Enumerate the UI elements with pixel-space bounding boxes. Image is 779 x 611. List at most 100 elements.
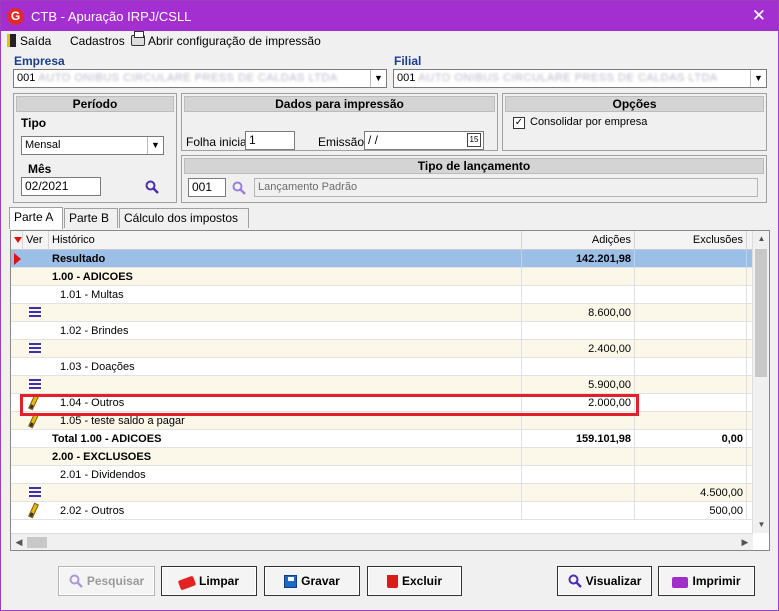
window-title: CTB - Apuração IRPJ/CSLL [31,9,192,24]
table-row[interactable]: 2.01 - Dividendos [11,466,753,484]
edit-pencil-icon[interactable] [28,412,39,429]
table-row[interactable]: Resultado 142.201,98 [11,250,753,268]
col-ver[interactable]: Ver [23,231,49,250]
cell-exclusoes [635,286,747,304]
row-ver-cell[interactable] [11,412,49,430]
cell-adicoes [522,502,635,520]
search-icon[interactable] [232,181,246,195]
table-row[interactable]: 2.400,00 [11,340,753,358]
chevron-down-icon[interactable]: ▼ [147,137,163,154]
row-ver-cell[interactable] [11,376,49,394]
cell-adicoes: 5.900,00 [522,376,635,394]
mes-input[interactable]: 02/2021 [21,177,101,196]
table-row[interactable]: 8.600,00 [11,304,753,322]
cell-exclusoes [635,466,747,484]
chevron-down-icon[interactable]: ▼ [750,70,766,87]
visualizar-button[interactable]: Visualizar [557,566,652,596]
save-icon [284,575,298,588]
printer-icon [672,577,689,588]
lancamento-header: Tipo de lançamento [184,158,764,174]
row-ver-cell[interactable] [11,250,49,268]
row-ver-cell[interactable] [11,394,49,412]
row-ver-cell[interactable] [11,484,49,502]
row-ver-cell[interactable] [11,286,49,304]
row-ver-cell[interactable] [11,340,49,358]
table-row[interactable]: 1.01 - Multas [11,286,753,304]
scroll-up-icon[interactable]: ▲ [753,231,769,247]
row-ver-cell[interactable] [11,322,49,340]
table-row[interactable]: 1.03 - Doações [11,358,753,376]
col-adicoes[interactable]: Adições [522,231,635,250]
title-bar: G CTB - Apuração IRPJ/CSLL ✕ [1,1,778,31]
pesquisar-button[interactable]: Pesquisar [58,566,155,596]
trash-icon [386,575,398,588]
table-row[interactable]: 4.500,00 [11,484,753,502]
impressao-header: Dados para impressão [184,96,495,112]
limpar-label: Limpar [198,574,239,588]
consolidar-checkbox[interactable]: ✓ [513,117,525,129]
row-ver-cell[interactable] [11,466,49,484]
cell-adicoes [522,322,635,340]
row-ver-cell[interactable] [11,268,49,286]
table-row[interactable]: 1.05 - teste saldo a pagar [11,412,753,430]
detail-list-icon[interactable] [29,343,41,355]
scroll-right-icon[interactable]: ▶ [737,534,753,550]
grid-header: Ver Histórico Adições Exclusões [11,231,753,250]
excluir-button[interactable]: Excluir [367,566,462,596]
col-historico[interactable]: Histórico [49,231,522,250]
row-ver-cell[interactable] [11,502,49,520]
search-icon [69,574,83,588]
tab-parte-b[interactable]: Parte B [64,208,118,228]
table-row[interactable]: 2.02 - Outros 500,00 [11,502,753,520]
empresa-select[interactable]: 001 AUTO ONIBUS CIRCULARE PRESS DE CALDA… [13,69,387,88]
table-row[interactable]: 1.02 - Brindes [11,322,753,340]
row-ver-cell[interactable] [11,304,49,322]
tab-calculo-impostos[interactable]: Cálculo dos impostos [119,208,249,228]
col-exclusoes[interactable]: Exclusões [635,231,747,250]
table-row[interactable]: 5.900,00 [11,376,753,394]
row-ver-cell[interactable] [11,448,49,466]
table-row[interactable]: 1.00 - ADICOES [11,268,753,286]
detail-list-icon[interactable] [29,307,41,319]
cell-historico: 2.00 - EXCLUSOES [49,448,522,466]
cell-historico [49,484,522,502]
search-icon[interactable] [145,180,159,194]
folha-inicial-input[interactable]: 1 [245,131,295,150]
tab-parte-a[interactable]: Parte A [9,207,63,229]
scroll-left-icon[interactable]: ◀ [11,534,27,550]
cell-adicoes: 142.201,98 [522,250,635,268]
vertical-scrollbar[interactable]: ▲ ▼ [752,231,769,533]
cell-exclusoes [635,376,747,394]
lancamento-code-input[interactable]: 001 [188,178,226,197]
menu-saida[interactable]: Saída [7,34,51,48]
table-row[interactable]: Total 1.00 - ADICOES 159.101,98 0,00 [11,430,753,448]
close-icon[interactable]: ✕ [752,6,766,26]
tipo-select[interactable]: Mensal ▼ [21,136,164,155]
data-grid: Ver Histórico Adições Exclusões Resultad… [10,230,770,551]
horizontal-scrollbar[interactable]: ◀ ▶ [11,533,753,550]
scroll-thumb-h[interactable] [27,537,47,548]
scroll-thumb[interactable] [755,249,767,377]
emissao-input[interactable]: / / 15 [364,131,484,150]
edit-pencil-icon[interactable] [28,502,39,519]
main-window: G CTB - Apuração IRPJ/CSLL ✕ Saída Cadas… [0,0,779,611]
gravar-button[interactable]: Gravar [264,566,360,596]
limpar-button[interactable]: Limpar [161,566,257,596]
detail-list-icon[interactable] [29,487,41,499]
emissao-label: Emissão [318,135,365,149]
detail-list-icon[interactable] [29,379,41,391]
edit-pencil-icon[interactable] [28,394,39,411]
filial-select[interactable]: 001 AUTO ONIBUS CIRCULARE PRESS DE CALDA… [393,69,767,88]
app-logo-icon: G [7,8,24,25]
chevron-down-icon[interactable]: ▼ [370,70,386,87]
row-ver-cell[interactable] [11,430,49,448]
table-row[interactable]: 2.00 - EXCLUSOES [11,448,753,466]
row-ver-cell[interactable] [11,358,49,376]
table-row[interactable]: 1.04 - Outros 2.000,00 [11,394,753,412]
menu-abrir-config-impressao[interactable]: Abrir configuração de impressão [131,31,321,48]
calendar-icon[interactable]: 15 [467,133,481,147]
scroll-down-icon[interactable]: ▼ [753,517,769,533]
imprimir-button[interactable]: Imprimir [658,566,755,596]
menu-cadastros[interactable]: Cadastros [70,34,125,48]
cell-historico: Resultado [49,250,522,268]
